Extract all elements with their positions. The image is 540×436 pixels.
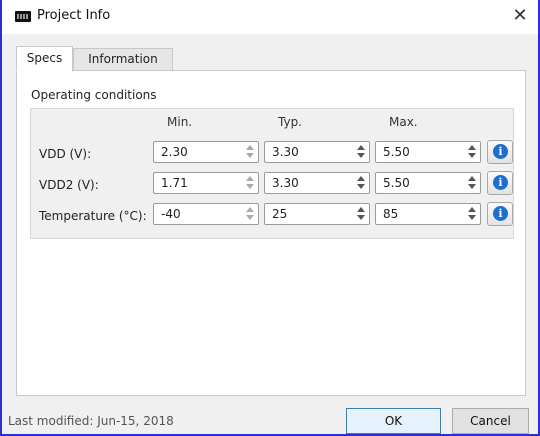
temperature-max-value: 85 (383, 207, 399, 221)
vdd2-max-spinbox[interactable]: 5.50 (375, 172, 481, 194)
temperature-min-spinbox[interactable]: -40 (153, 203, 259, 225)
vdd-label: VDD (V): (39, 147, 92, 161)
spin-arrows-icon[interactable] (246, 207, 255, 221)
info-icon: i (493, 144, 508, 159)
tab-information[interactable]: Information (73, 48, 173, 71)
specs-panel: Operating conditions Min. Typ. Max. VDD … (16, 70, 526, 396)
ok-button[interactable]: OK (346, 408, 441, 434)
vdd-typ-spinbox[interactable]: 3.30 (264, 141, 370, 163)
vdd-info-button[interactable]: i (487, 140, 513, 164)
spin-arrows-icon[interactable] (357, 176, 366, 190)
spin-arrows-icon[interactable] (468, 176, 477, 190)
last-modified-text: Last modified: Jun-15, 2018 (8, 414, 174, 428)
spin-arrows-icon[interactable] (468, 207, 477, 221)
vdd2-max-value: 5.50 (383, 176, 410, 190)
temperature-info-button[interactable]: i (487, 202, 513, 226)
temperature-min-value: -40 (161, 207, 181, 221)
vdd-max-value: 5.50 (383, 145, 410, 159)
column-header-min: Min. (167, 115, 193, 129)
project-info-dialog: Project Info ✕ Specs Information Operati… (0, 0, 540, 436)
vdd-max-spinbox[interactable]: 5.50 (375, 141, 481, 163)
cancel-button[interactable]: Cancel (452, 408, 529, 434)
window-title: Project Info (37, 8, 111, 23)
spin-arrows-icon[interactable] (357, 145, 366, 159)
vdd2-typ-value: 3.30 (272, 176, 299, 190)
spin-arrows-icon[interactable] (246, 145, 255, 159)
temperature-label: Temperature (°C): (39, 209, 147, 223)
operating-conditions-title: Operating conditions (31, 88, 157, 102)
spin-arrows-icon[interactable] (246, 176, 255, 190)
title-bar: Project Info ✕ (2, 0, 538, 34)
info-icon: i (493, 206, 508, 221)
column-header-typ: Typ. (278, 115, 302, 129)
vdd2-info-button[interactable]: i (487, 171, 513, 195)
vdd2-typ-spinbox[interactable]: 3.30 (264, 172, 370, 194)
vdd-min-value: 2.30 (161, 145, 188, 159)
temperature-typ-spinbox[interactable]: 25 (264, 203, 370, 225)
chip-icon (15, 11, 31, 22)
vdd2-min-spinbox[interactable]: 1.71 (153, 172, 259, 194)
vdd-min-spinbox[interactable]: 2.30 (153, 141, 259, 163)
spin-arrows-icon[interactable] (468, 145, 477, 159)
operating-conditions-group: Min. Typ. Max. VDD (V): 2.30 3.30 5.50 i… (30, 108, 514, 239)
temperature-typ-value: 25 (272, 207, 288, 221)
vdd2-min-value: 1.71 (161, 176, 188, 190)
column-header-max: Max. (389, 115, 418, 129)
spin-arrows-icon[interactable] (357, 207, 366, 221)
info-icon: i (493, 175, 508, 190)
close-button[interactable]: ✕ (506, 3, 534, 29)
vdd2-label: VDD2 (V): (39, 178, 99, 192)
temperature-max-spinbox[interactable]: 85 (375, 203, 481, 225)
tab-specs[interactable]: Specs (16, 46, 73, 72)
vdd-typ-value: 3.30 (272, 145, 299, 159)
